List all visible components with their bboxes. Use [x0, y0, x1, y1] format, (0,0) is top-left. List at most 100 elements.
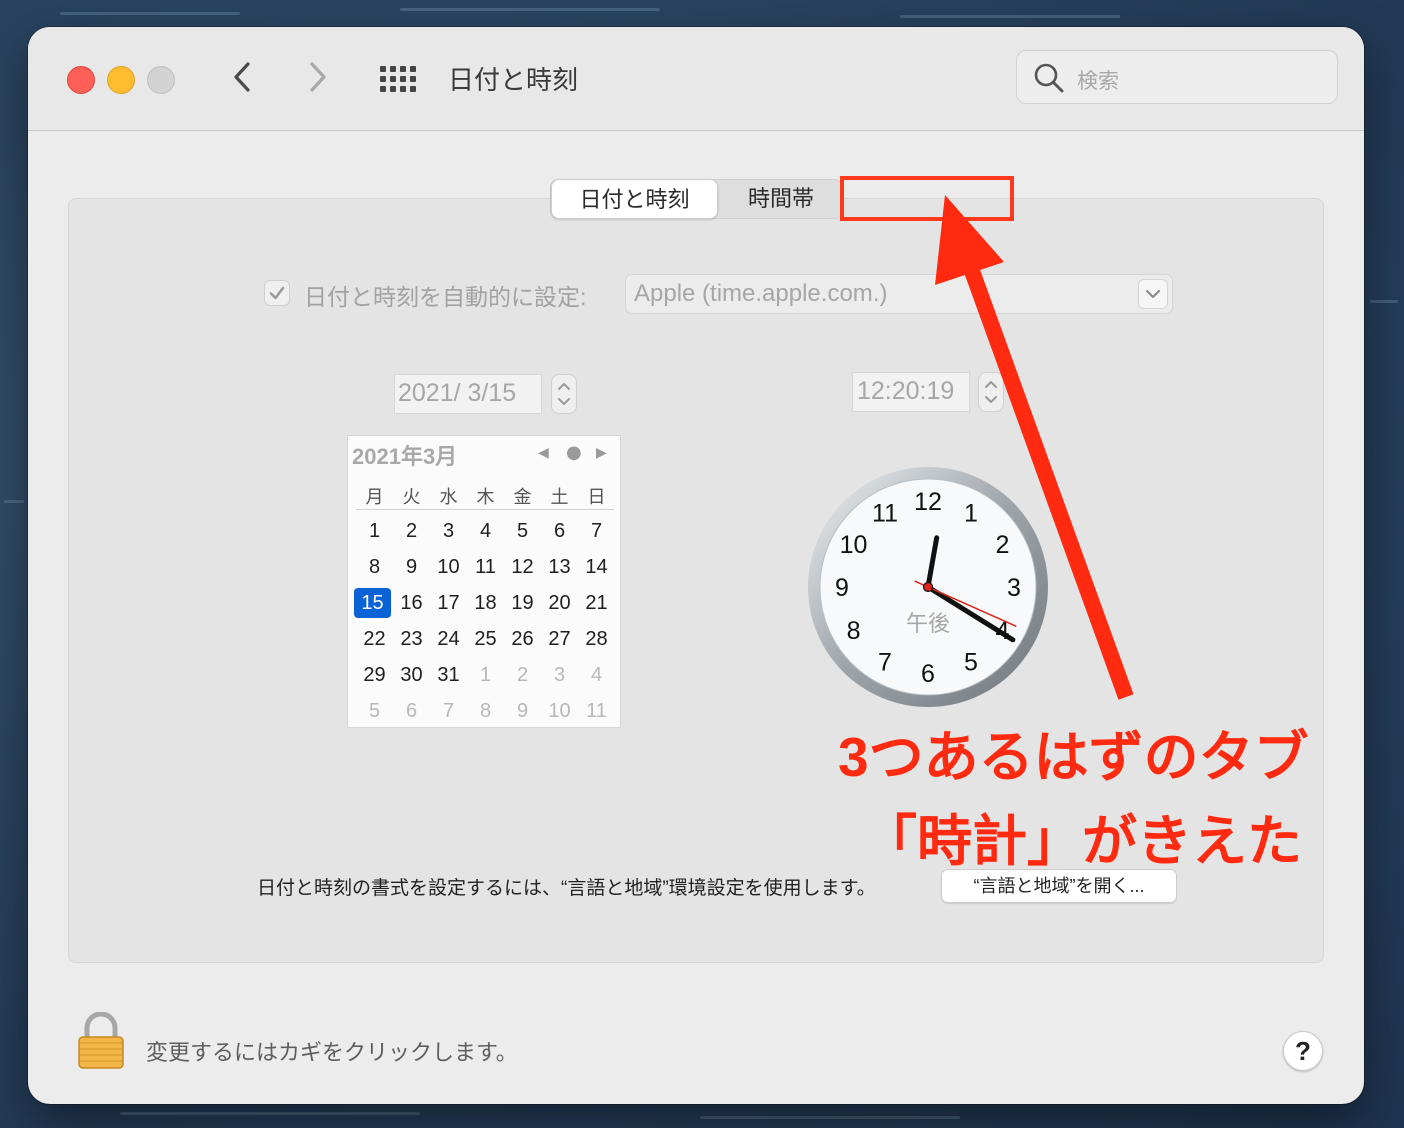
calendar-day-selected[interactable]: 15	[354, 588, 391, 618]
minimize-button[interactable]	[107, 66, 135, 94]
select-arrow-button[interactable]	[1138, 279, 1168, 309]
calendar-month-title: 2021年3月	[352, 444, 458, 469]
format-note: 日付と時刻の書式を設定するには、“言語と地域”環境設定を使用します。	[257, 878, 876, 899]
show-all-grid-icon[interactable]	[380, 66, 420, 92]
background-wave	[60, 12, 240, 15]
calendar-day[interactable]: 31	[430, 660, 467, 690]
background-wave	[900, 15, 1120, 18]
weekday-label: 水	[439, 487, 458, 507]
auto-set-label: 日付と時刻を自動的に設定:	[304, 284, 587, 310]
zoom-button[interactable]	[147, 66, 175, 94]
calendar-day[interactable]: 7	[578, 516, 615, 546]
calendar-day[interactable]: 3	[541, 660, 578, 690]
calendar-day[interactable]: 2	[393, 516, 430, 546]
calendar-day[interactable]: 12	[504, 552, 541, 582]
forward-chevron-icon[interactable]	[298, 57, 338, 97]
checkmark-icon	[269, 286, 285, 300]
calendar-day[interactable]: 27	[541, 624, 578, 654]
calendar-day[interactable]: 25	[467, 624, 504, 654]
weekday-label: 月	[365, 487, 384, 507]
calendar-day[interactable]: 1	[356, 516, 393, 546]
calendar-day[interactable]: 28	[578, 624, 615, 654]
calendar-day[interactable]: 16	[393, 588, 430, 618]
calendar-day[interactable]: 8	[467, 696, 504, 726]
calendar-day[interactable]: 24	[430, 624, 467, 654]
weekday-label: 日	[587, 487, 606, 507]
calendar-day[interactable]: 11	[578, 696, 615, 726]
calendar-day[interactable]: 11	[467, 552, 504, 582]
lock-message: 変更するにはカギをクリックします。	[146, 1040, 518, 1065]
calendar-day[interactable]: 10	[430, 552, 467, 582]
lock-icon[interactable]	[76, 1012, 126, 1070]
time-server-value: Apple (time.apple.com.)	[634, 280, 888, 307]
date-field[interactable]: 2021/ 3/15	[394, 374, 542, 414]
clock-face: 121234567891011 午後	[808, 467, 1048, 707]
calendar-weekday-header: 月火水木金土日	[356, 481, 614, 510]
time-field[interactable]: 12:20:19	[852, 372, 970, 412]
close-button[interactable]	[67, 66, 95, 94]
missing-tab-highlight	[840, 176, 1014, 221]
calendar-day[interactable]: 6	[393, 696, 430, 726]
calendar-day[interactable]: 13	[541, 552, 578, 582]
weekday-label: 火	[402, 487, 421, 507]
clock-center-pin	[922, 581, 934, 593]
calendar-day[interactable]: 30	[393, 660, 430, 690]
clock-number: 5	[964, 648, 978, 676]
help-button[interactable]: ?	[1283, 1031, 1323, 1071]
background-wave	[1370, 300, 1398, 303]
clock-number: 10	[840, 531, 868, 559]
calendar-day[interactable]: 9	[504, 696, 541, 726]
tab-date-time[interactable]: 日付と時刻	[551, 179, 718, 219]
calendar-day[interactable]: 8	[356, 552, 393, 582]
time-stepper[interactable]	[978, 372, 1004, 412]
stepper-arrows-icon	[985, 381, 997, 403]
calendar-day[interactable]: 2	[504, 660, 541, 690]
calendar-day[interactable]: 18	[467, 588, 504, 618]
tab-bar: 日付と時刻 時間帯	[550, 179, 842, 219]
calendar-day[interactable]: 21	[578, 588, 615, 618]
calendar-day[interactable]: 17	[430, 588, 467, 618]
search-placeholder: 検索	[1077, 70, 1119, 93]
analog-clock: 121234567891011 午後	[806, 465, 1050, 709]
calendar-day[interactable]: 1	[467, 660, 504, 690]
stepper-arrows-icon	[558, 383, 570, 405]
clock-number: 8	[847, 617, 861, 645]
calendar-day[interactable]: 23	[393, 624, 430, 654]
calendar-day[interactable]: 6	[541, 516, 578, 546]
calendar-day[interactable]: 7	[430, 696, 467, 726]
today-dot-icon[interactable]: ●	[566, 442, 582, 463]
calendar-day[interactable]: 19	[504, 588, 541, 618]
calendar-day[interactable]: 20	[541, 588, 578, 618]
calendar-day[interactable]: 9	[393, 552, 430, 582]
tab-time-zone[interactable]: 時間帯	[721, 179, 841, 219]
calendar-day[interactable]: 22	[356, 624, 393, 654]
search-field[interactable]: 検索	[1016, 50, 1338, 104]
clock-number: 12	[914, 488, 942, 516]
search-icon	[1034, 63, 1064, 93]
calendar-day[interactable]: 5	[356, 696, 393, 726]
annotation-line-1: 3つあるはずのタブ	[838, 726, 1309, 788]
calendar-day[interactable]: 5	[504, 516, 541, 546]
calendar-day[interactable]: 10	[541, 696, 578, 726]
calendar-day[interactable]: 4	[467, 516, 504, 546]
clock-number: 1	[964, 500, 978, 528]
weekday-label: 土	[550, 487, 569, 507]
time-server-select[interactable]: Apple (time.apple.com.)	[625, 274, 1173, 314]
background-wave	[4, 500, 24, 503]
auto-set-checkbox[interactable]	[264, 280, 290, 306]
next-month-icon[interactable]: ▶	[596, 445, 607, 461]
clock-number: 9	[835, 574, 849, 602]
calendar-day[interactable]: 3	[430, 516, 467, 546]
back-chevron-icon[interactable]	[222, 57, 262, 97]
weekday-label: 金	[513, 487, 532, 507]
date-stepper[interactable]	[551, 374, 577, 414]
previous-month-icon[interactable]: ◀	[538, 445, 549, 461]
calendar-day[interactable]: 29	[356, 660, 393, 690]
background-wave	[400, 8, 660, 11]
calendar-day[interactable]: 14	[578, 552, 615, 582]
calendar-day[interactable]: 26	[504, 624, 541, 654]
clock-number: 11	[872, 500, 898, 528]
background-wave	[120, 1112, 420, 1115]
calendar-day[interactable]: 4	[578, 660, 615, 690]
chevron-down-icon	[1145, 289, 1161, 299]
